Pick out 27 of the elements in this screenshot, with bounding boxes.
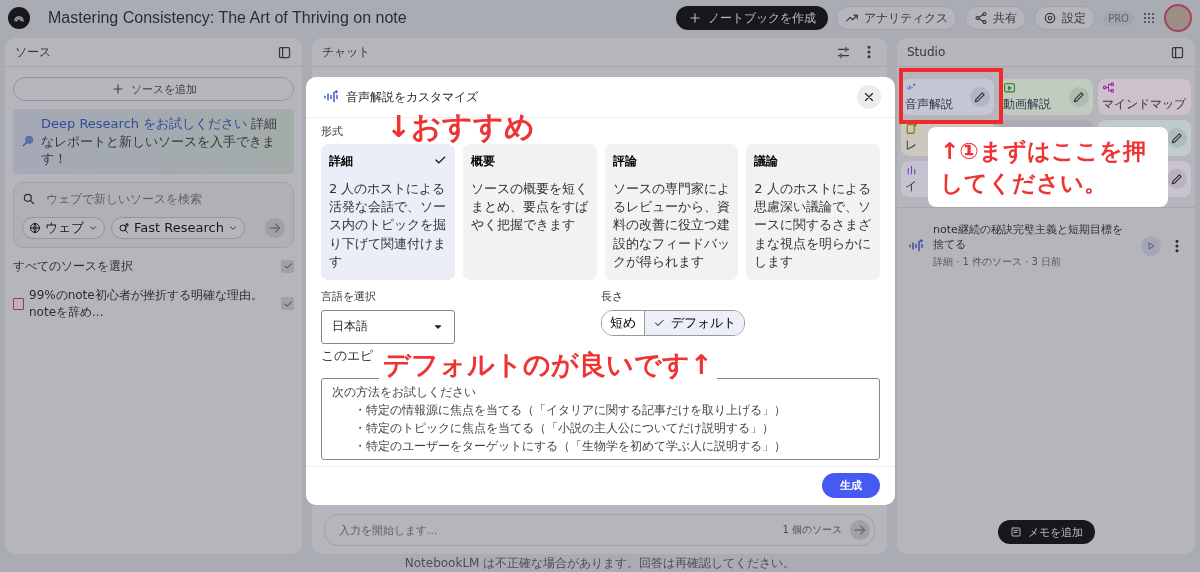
dialog-title: 音声解説をカスタマイズ xyxy=(346,88,479,106)
panel-title: Studio xyxy=(907,45,946,59)
language-label: 言語を選択 xyxy=(321,288,376,304)
panel-title: ソース xyxy=(15,43,51,61)
tile-label: イ xyxy=(905,178,918,195)
select-all-label: すべてのソースを選択 xyxy=(13,257,133,275)
annotation-text: デフォルトのが良いです↑ xyxy=(379,348,717,381)
source-count: 1 個のソース xyxy=(782,523,842,537)
length-label: 長さ xyxy=(600,288,623,304)
tile-label: マインドマップ xyxy=(1101,96,1186,113)
annotation-text: ↓おすすめ xyxy=(386,110,536,143)
tile-label: レ xyxy=(905,137,918,154)
tile-label: 動画解説 xyxy=(1003,96,1052,113)
overview-meta: 詳細 · 1 件のソース · 3 日前 xyxy=(933,255,1063,269)
prompt-label: このエピ xyxy=(321,346,373,365)
annotation-tooltip: ↑①まずはここを押してください。 xyxy=(928,127,1168,208)
plan-badge: PRO xyxy=(1103,10,1134,26)
prompt-example: ・特定のトピックに焦点を当てる（「小説の主人公についてだけ説明する」） xyxy=(353,419,775,437)
promo-text: Deep Research をお試しください 詳細なレポートと新しいソースを入手できます！ xyxy=(41,115,279,168)
prompt-example: ・特定のユーザーをターゲットにする（「生物学を初めて学ぶ人に説明する」） xyxy=(353,437,787,455)
format-label: 形式 xyxy=(321,124,343,139)
notebook-title: Mastering Consistency: The Art of Thriving on note xyxy=(48,9,408,27)
prompt-hint: 次の方法をお試しください xyxy=(332,383,477,401)
panel-title: チャット xyxy=(322,43,370,61)
prompt-example: ・特定の情報源に焦点を当てる（「イタリアに関する記事だけを取り上げる」） xyxy=(353,401,787,419)
tile-label: 音声解説 xyxy=(905,96,953,113)
disclaimer-text: NotebookLM は不正確な場合があります。回答は再確認してください。 xyxy=(403,555,797,572)
